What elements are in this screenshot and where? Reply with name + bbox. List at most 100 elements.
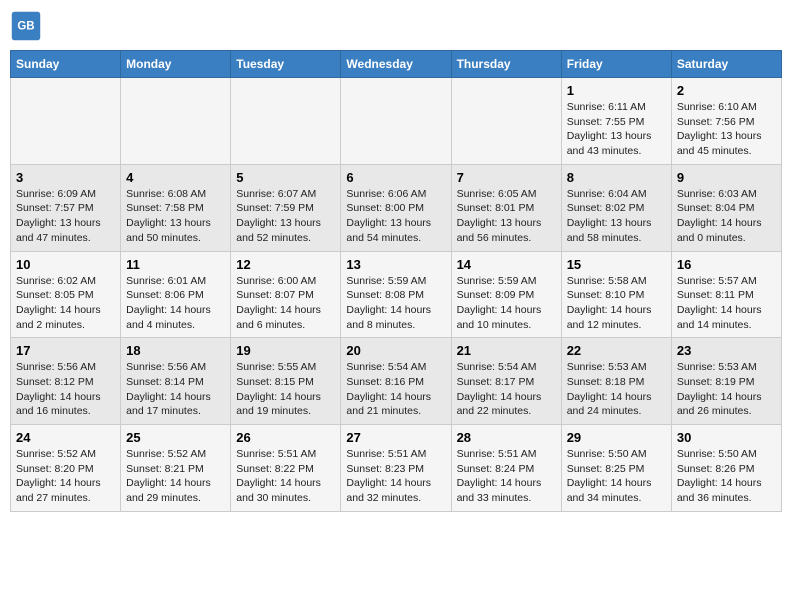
day-info: Sunrise: 6:06 AM Sunset: 8:00 PM Dayligh… <box>346 187 445 246</box>
calendar-cell: 21Sunrise: 5:54 AM Sunset: 8:17 PM Dayli… <box>451 338 561 425</box>
calendar-cell: 2 Sunrise: 6:10 AM Sunset: 7:56 PM Daylig… <box>671 78 781 165</box>
day-number: 21 <box>457 343 556 358</box>
calendar-cell: 7 Sunrise: 6:05 AM Sunset: 8:01 PM Daylig… <box>451 164 561 251</box>
calendar-cell: 13Sunrise: 5:59 AM Sunset: 8:08 PM Dayli… <box>341 251 451 338</box>
calendar-cell: 19Sunrise: 5:55 AM Sunset: 8:15 PM Dayli… <box>231 338 341 425</box>
calendar-cell <box>11 78 121 165</box>
day-info: Sunrise: 5:50 AM Sunset: 8:25 PM Dayligh… <box>567 447 666 506</box>
day-info: Sunrise: 5:52 AM Sunset: 8:20 PM Dayligh… <box>16 447 115 506</box>
calendar-cell: 8 Sunrise: 6:04 AM Sunset: 8:02 PM Daylig… <box>561 164 671 251</box>
calendar-cell: 18Sunrise: 5:56 AM Sunset: 8:14 PM Dayli… <box>121 338 231 425</box>
day-number: 23 <box>677 343 776 358</box>
logo-icon: GB <box>10 10 42 42</box>
week-row-4: 17 Sunrise: 5:56 AM Sunset: 8:12 PM Dayli… <box>11 338 782 425</box>
day-number: 17 <box>16 343 115 358</box>
day-info: Sunrise: 5:51 AM Sunset: 8:23 PM Dayligh… <box>346 447 445 506</box>
day-number: 11 <box>126 257 225 272</box>
weekday-monday: Monday <box>121 51 231 78</box>
calendar-cell: 14 Sunrise: 5:59 AM Sunset: 8:09 PM Dayli… <box>451 251 561 338</box>
day-number: 7 <box>457 170 556 185</box>
calendar-cell: 15 Sunrise: 5:58 AM Sunset: 8:10 PM Dayli… <box>561 251 671 338</box>
calendar-cell: 5 Sunrise: 6:07 AM Sunset: 7:59 PM Daylig… <box>231 164 341 251</box>
day-number: 29 <box>567 430 666 445</box>
calendar-cell: 3 Sunrise: 6:09 AM Sunset: 7:57 PM Daylig… <box>11 164 121 251</box>
day-number: 18 <box>126 343 225 358</box>
day-number: 3 <box>16 170 115 185</box>
weekday-friday: Friday <box>561 51 671 78</box>
day-info: Sunrise: 6:00 AM Sunset: 8:07 PM Dayligh… <box>236 274 335 333</box>
svg-text:GB: GB <box>17 21 34 33</box>
day-number: 10 <box>16 257 115 272</box>
logo: GB <box>10 10 46 42</box>
weekday-header-row: SundayMondayTuesdayWednesdayThursdayFrid… <box>11 51 782 78</box>
day-number: 6 <box>346 170 445 185</box>
calendar-cell: 11 Sunrise: 6:01 AM Sunset: 8:06 PM Dayli… <box>121 251 231 338</box>
day-info: Sunrise: 5:50 AM Sunset: 8:26 PM Dayligh… <box>677 447 776 506</box>
calendar-cell: 10 Sunrise: 6:02 AM Sunset: 8:05 PM Dayli… <box>11 251 121 338</box>
day-number: 28 <box>457 430 556 445</box>
day-number: 8 <box>567 170 666 185</box>
weekday-saturday: Saturday <box>671 51 781 78</box>
weekday-thursday: Thursday <box>451 51 561 78</box>
day-info: Sunrise: 6:04 AM Sunset: 8:02 PM Dayligh… <box>567 187 666 246</box>
day-number: 1 <box>567 83 666 98</box>
day-info: Sunrise: 6:09 AM Sunset: 7:57 PM Dayligh… <box>16 187 115 246</box>
day-info: Sunrise: 6:02 AM Sunset: 8:05 PM Dayligh… <box>16 274 115 333</box>
day-number: 20 <box>346 343 445 358</box>
day-number: 19 <box>236 343 335 358</box>
day-info: Sunrise: 5:56 AM Sunset: 8:12 PM Dayligh… <box>16 360 115 419</box>
weekday-sunday: Sunday <box>11 51 121 78</box>
weekday-tuesday: Tuesday <box>231 51 341 78</box>
calendar-cell: 6 Sunrise: 6:06 AM Sunset: 8:00 PM Daylig… <box>341 164 451 251</box>
day-info: Sunrise: 5:51 AM Sunset: 8:22 PM Dayligh… <box>236 447 335 506</box>
day-info: Sunrise: 6:10 AM Sunset: 7:56 PM Dayligh… <box>677 100 776 159</box>
calendar-cell: 27 Sunrise: 5:51 AM Sunset: 8:23 PM Dayli… <box>341 425 451 512</box>
day-number: 22 <box>567 343 666 358</box>
calendar-cell: 25 Sunrise: 5:52 AM Sunset: 8:21 PM Dayli… <box>121 425 231 512</box>
calendar-cell: 22 Sunrise: 5:53 AM Sunset: 8:18 PM Dayli… <box>561 338 671 425</box>
calendar-cell: 29 Sunrise: 5:50 AM Sunset: 8:25 PM Dayli… <box>561 425 671 512</box>
day-number: 24 <box>16 430 115 445</box>
day-info: Sunrise: 5:52 AM Sunset: 8:21 PM Dayligh… <box>126 447 225 506</box>
day-info: Sunrise: 5:57 AM Sunset: 8:11 PM Dayligh… <box>677 274 776 333</box>
day-info: Sunrise: 6:11 AM Sunset: 7:55 PM Dayligh… <box>567 100 666 159</box>
day-info: Sunrise: 6:08 AM Sunset: 7:58 PM Dayligh… <box>126 187 225 246</box>
day-info: Sunrise: 5:53 AM Sunset: 8:19 PM Dayligh… <box>677 360 776 419</box>
day-info: Sunrise: 5:54 AM Sunset: 8:16 PM Dayligh… <box>346 360 445 419</box>
calendar-cell <box>451 78 561 165</box>
week-row-1: 1 Sunrise: 6:11 AM Sunset: 7:55 PM Daylig… <box>11 78 782 165</box>
day-number: 5 <box>236 170 335 185</box>
calendar-cell: 30 Sunrise: 5:50 AM Sunset: 8:26 PM Dayli… <box>671 425 781 512</box>
day-info: Sunrise: 5:58 AM Sunset: 8:10 PM Dayligh… <box>567 274 666 333</box>
calendar-cell: 16Sunrise: 5:57 AM Sunset: 8:11 PM Dayli… <box>671 251 781 338</box>
day-number: 9 <box>677 170 776 185</box>
calendar-cell: 12Sunrise: 6:00 AM Sunset: 8:07 PM Dayli… <box>231 251 341 338</box>
day-info: Sunrise: 6:07 AM Sunset: 7:59 PM Dayligh… <box>236 187 335 246</box>
week-row-2: 3 Sunrise: 6:09 AM Sunset: 7:57 PM Daylig… <box>11 164 782 251</box>
calendar-cell <box>231 78 341 165</box>
day-info: Sunrise: 5:59 AM Sunset: 8:09 PM Dayligh… <box>457 274 556 333</box>
day-number: 27 <box>346 430 445 445</box>
day-number: 2 <box>677 83 776 98</box>
calendar-cell: 23 Sunrise: 5:53 AM Sunset: 8:19 PM Dayli… <box>671 338 781 425</box>
calendar-cell: 4 Sunrise: 6:08 AM Sunset: 7:58 PM Daylig… <box>121 164 231 251</box>
calendar-cell: 20 Sunrise: 5:54 AM Sunset: 8:16 PM Dayli… <box>341 338 451 425</box>
day-number: 25 <box>126 430 225 445</box>
day-info: Sunrise: 5:53 AM Sunset: 8:18 PM Dayligh… <box>567 360 666 419</box>
week-row-5: 24 Sunrise: 5:52 AM Sunset: 8:20 PM Dayli… <box>11 425 782 512</box>
calendar-header: SundayMondayTuesdayWednesdayThursdayFrid… <box>11 51 782 78</box>
day-number: 26 <box>236 430 335 445</box>
calendar-cell: 28 Sunrise: 5:51 AM Sunset: 8:24 PM Dayli… <box>451 425 561 512</box>
day-number: 14 <box>457 257 556 272</box>
day-info: Sunrise: 6:05 AM Sunset: 8:01 PM Dayligh… <box>457 187 556 246</box>
day-number: 4 <box>126 170 225 185</box>
day-info: Sunrise: 6:01 AM Sunset: 8:06 PM Dayligh… <box>126 274 225 333</box>
weekday-wednesday: Wednesday <box>341 51 451 78</box>
calendar-body: 1 Sunrise: 6:11 AM Sunset: 7:55 PM Daylig… <box>11 78 782 512</box>
day-number: 15 <box>567 257 666 272</box>
calendar-cell: 9Sunrise: 6:03 AM Sunset: 8:04 PM Daylig… <box>671 164 781 251</box>
week-row-3: 10 Sunrise: 6:02 AM Sunset: 8:05 PM Dayli… <box>11 251 782 338</box>
page-header: GB <box>10 10 782 42</box>
day-number: 30 <box>677 430 776 445</box>
day-info: Sunrise: 5:51 AM Sunset: 8:24 PM Dayligh… <box>457 447 556 506</box>
